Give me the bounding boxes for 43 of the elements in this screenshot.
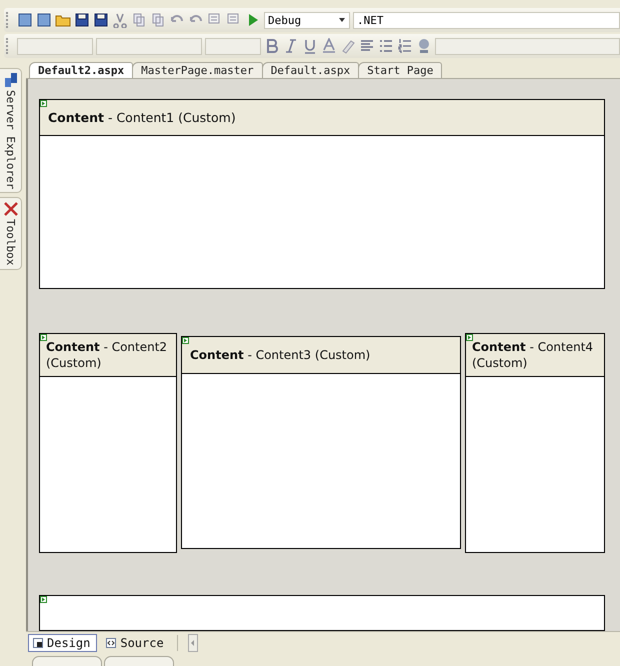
underline-icon[interactable] (302, 38, 318, 54)
side-tab-label: Server Explorer (4, 90, 17, 190)
document-tab[interactable]: Default.aspx (262, 62, 360, 78)
smart-tag-icon[interactable] (40, 100, 47, 107)
bold-icon[interactable] (264, 38, 280, 54)
text-field[interactable] (435, 38, 620, 54)
caret-icon[interactable] (338, 17, 346, 23)
region-header: Content - Content3 (Custom) (182, 337, 460, 374)
content-region[interactable]: Content - Content4 (Custom) (465, 333, 605, 554)
platform-field[interactable]: .NET (353, 12, 620, 28)
region-header: Content - Content4 (Custom) (466, 334, 604, 378)
save-icon[interactable] (74, 12, 90, 28)
region-header: Content - Content2 (Custom) (40, 334, 176, 378)
configuration-dropdown[interactable]: Debug (264, 12, 350, 28)
bullet-list-icon[interactable] (378, 38, 394, 54)
save-all-icon[interactable] (93, 12, 109, 28)
paste-icon[interactable] (150, 12, 166, 28)
content-region[interactable] (39, 595, 605, 631)
document-tab[interactable]: Start Page (358, 62, 442, 78)
numbered-list-icon[interactable] (397, 38, 413, 54)
side-tab-label: Toolbox (4, 219, 17, 266)
content-region[interactable]: Content - Content1 (Custom) (39, 99, 605, 290)
content-region[interactable]: Content - Content2 (Custom) (39, 333, 177, 554)
content-region[interactable]: Content - Content3 (Custom) (181, 336, 461, 550)
source-icon (106, 638, 116, 648)
region-header: Content - Content1 (Custom) (40, 100, 604, 136)
document-tab[interactable]: MasterPage.master (132, 62, 263, 78)
highlight-icon[interactable] (340, 38, 356, 54)
side-tab[interactable]: Toolbox (0, 197, 22, 270)
view-tab[interactable]: Design (28, 634, 98, 652)
font-color-icon[interactable] (321, 38, 337, 54)
scroll-left-icon[interactable] (188, 634, 198, 652)
view-tab[interactable]: Source (101, 634, 171, 652)
copy-icon[interactable] (131, 12, 147, 28)
italic-icon[interactable] (283, 38, 299, 54)
smart-tag-icon[interactable] (466, 334, 473, 342)
document-tab[interactable]: Default2.aspx (29, 62, 134, 78)
smart-tag-icon[interactable] (182, 337, 189, 344)
smart-tag-icon[interactable] (40, 596, 47, 604)
server-icon (2, 72, 18, 88)
smart-tag-icon[interactable] (40, 334, 47, 342)
design-icon (33, 638, 43, 648)
side-tab[interactable]: Server Explorer (0, 68, 22, 194)
